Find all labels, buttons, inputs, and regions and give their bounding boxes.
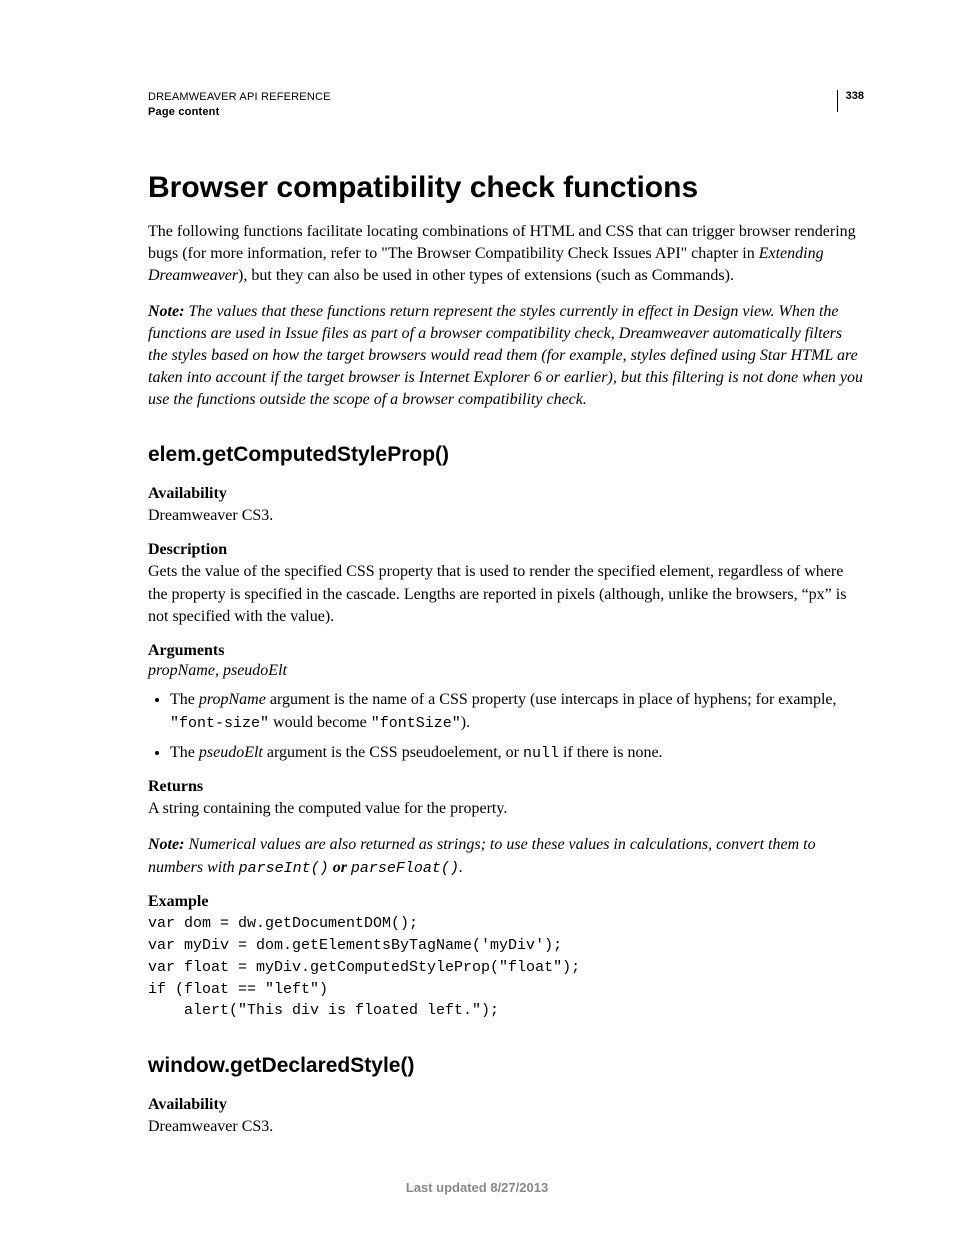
func1-description-heading: Description: [148, 541, 864, 559]
func1-example-heading: Example: [148, 893, 864, 911]
page-header: DREAMWEAVER API REFERENCE Page content 3…: [148, 90, 864, 121]
func1-arg1: The propName argument is the name of a C…: [170, 688, 864, 735]
func2-availability-heading: Availability: [148, 1096, 864, 1114]
arg1-d: "font-size": [170, 715, 269, 732]
intro-paragraph: The following functions facilitate locat…: [148, 221, 864, 287]
arg2-c: argument is the CSS pseudoelement, or: [263, 744, 523, 761]
arg1-f: "fontSize": [371, 715, 461, 732]
page-footer: Last updated 8/27/2013: [0, 1180, 954, 1195]
func2-availability-value: Dreamweaver CS3.: [148, 1116, 864, 1138]
arg1-c: argument is the name of a CSS property (…: [266, 691, 837, 708]
intro-note: Note: The values that these functions re…: [148, 301, 864, 411]
func1-arguments-heading: Arguments: [148, 642, 864, 660]
intro-text-c: ), but they can also be used in other ty…: [238, 267, 734, 284]
page-number: 338: [846, 90, 864, 102]
func1-title: elem.getComputedStyleProp(): [148, 443, 864, 467]
arg2-b: pseudoElt: [199, 744, 263, 761]
header-left: DREAMWEAVER API REFERENCE Page content: [148, 90, 837, 121]
func1-note-d: parseFloat(): [351, 860, 459, 877]
func1-note: Note: Numerical values are also returned…: [148, 834, 864, 879]
func1-description-value: Gets the value of the specified CSS prop…: [148, 561, 864, 627]
func1-arg2: The pseudoElt argument is the CSS pseudo…: [170, 741, 864, 765]
arg1-a: The: [170, 691, 199, 708]
func2-title: window.getDeclaredStyle(): [148, 1054, 864, 1078]
intro-text-a: The following functions facilitate locat…: [148, 223, 856, 262]
note-label: Note:: [148, 303, 184, 320]
func1-availability-value: Dreamweaver CS3.: [148, 505, 864, 527]
arg1-b: propName: [199, 691, 266, 708]
func1-example-code: var dom = dw.getDocumentDOM(); var myDiv…: [148, 913, 864, 1022]
note-body: The values that these functions return r…: [148, 303, 863, 408]
arg1-e: would become: [269, 714, 371, 731]
func1-note-e: .: [459, 859, 463, 876]
arg2-a: The: [170, 744, 199, 761]
page-title: Browser compatibility check functions: [148, 171, 864, 205]
func1-arguments-line: propName, pseudoElt: [148, 662, 864, 680]
func1-returns-heading: Returns: [148, 778, 864, 796]
func1-returns-value: A string containing the computed value f…: [148, 798, 864, 820]
arg2-e: if there is none.: [559, 744, 663, 761]
func1-arguments-list: The propName argument is the name of a C…: [148, 688, 864, 765]
func1-note-label: Note:: [148, 836, 184, 853]
doc-title: DREAMWEAVER API REFERENCE: [148, 90, 837, 105]
page: DREAMWEAVER API REFERENCE Page content 3…: [0, 0, 954, 1235]
section-name: Page content: [148, 105, 837, 120]
page-number-container: 338: [837, 90, 864, 112]
arg1-g: ).: [461, 714, 470, 731]
func1-note-b: parseInt(): [239, 860, 329, 877]
func1-note-c: or: [329, 859, 351, 876]
func1-availability-heading: Availability: [148, 485, 864, 503]
arg2-d: null: [523, 745, 559, 762]
